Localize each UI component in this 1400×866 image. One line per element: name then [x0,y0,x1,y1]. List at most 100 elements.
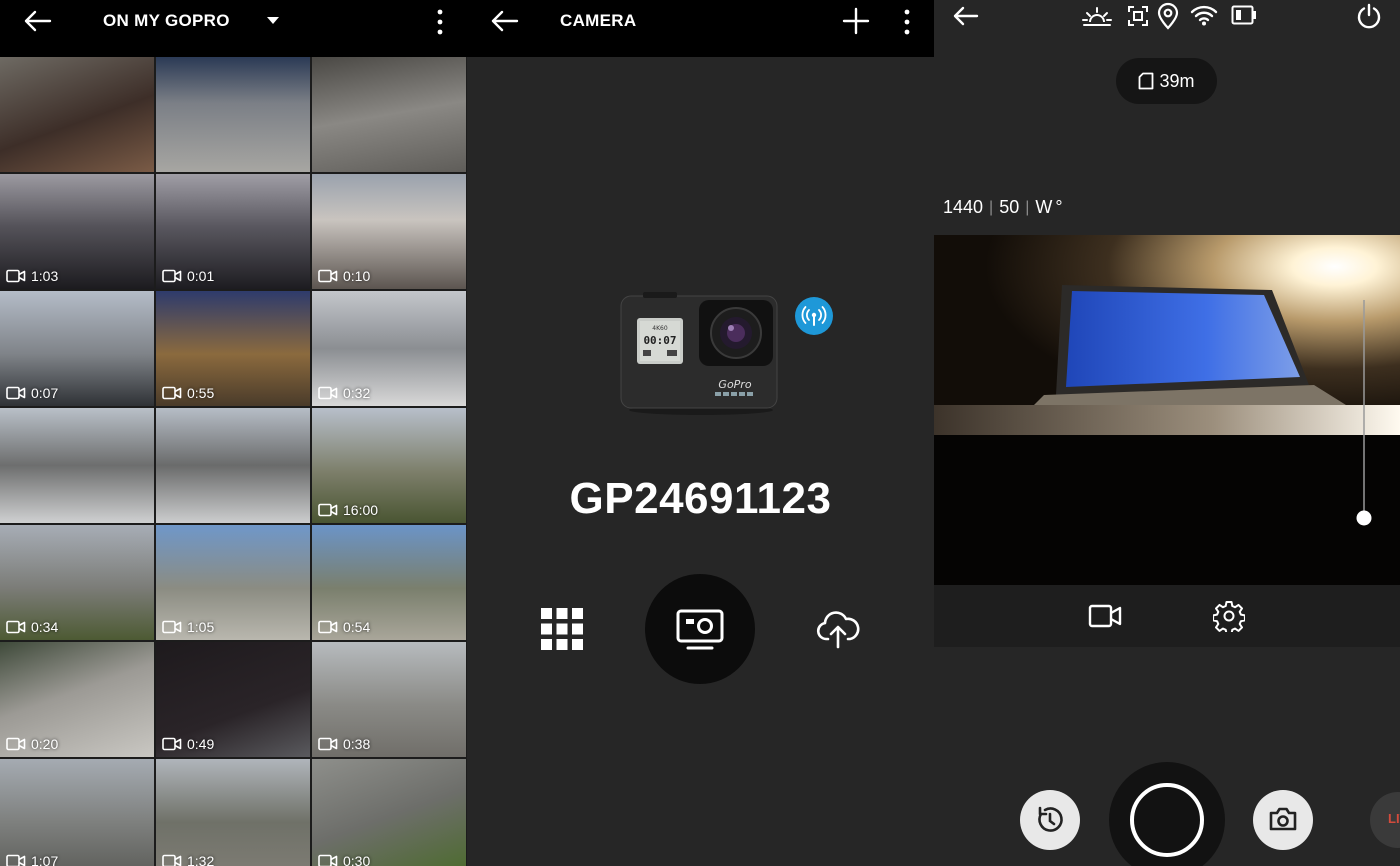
media-thumbnail[interactable]: 1:05 [156,525,310,640]
media-thumbnail[interactable]: 1:32 [156,759,310,866]
viewfinder-panel: 39m 1440 | 50 | W ° LI [934,0,1400,866]
fov-value: W [1035,197,1053,217]
separator: | [989,198,994,216]
media-thumbnail[interactable]: 1:03 [0,174,154,289]
media-thumbnail[interactable] [0,57,154,172]
gallery-title[interactable]: ON MY GOPRO [103,11,230,31]
media-thumbnail[interactable]: 0:20 [0,642,154,757]
video-duration-text: 0:07 [31,385,59,401]
video-camera-icon [162,854,182,866]
video-duration: 0:32 [318,385,370,401]
media-thumbnail[interactable]: 16:00 [312,408,466,523]
video-camera-icon [162,269,182,283]
media-thumbnail[interactable]: 0:32 [312,291,466,406]
caret-down-icon[interactable] [266,16,280,25]
storage-remaining-pill: 39m [1116,58,1217,104]
video-camera-icon [318,737,338,751]
video-duration: 0:55 [162,385,214,401]
separator: | [1025,198,1030,216]
video-duration-text: 0:38 [343,736,371,752]
video-duration: 0:54 [318,619,370,635]
media-gallery-panel: ON MY GOPRO 1:03 0:01 0:10 0:07 0:55 0:32 16:0… [0,0,467,866]
wifi-icon[interactable] [1190,4,1218,26]
video-duration: 0:38 [318,736,370,752]
mode-bar [934,585,1400,647]
video-duration-text: 1:03 [31,268,59,284]
gear-icon[interactable] [1213,600,1245,632]
media-thumbnail[interactable] [312,57,466,172]
power-icon[interactable] [1356,3,1382,29]
more-vertical-icon[interactable] [903,8,911,36]
capture-settings[interactable]: 1440 | 50 | W ° [943,197,1063,218]
media-thumbnail[interactable]: 0:07 [0,291,154,406]
media-thumbnail[interactable] [156,57,310,172]
gopro-camera-image: 4K60 00:07 GoPro [619,292,783,416]
arrow-left-icon[interactable] [22,9,52,33]
more-vertical-icon[interactable] [436,8,444,36]
media-thumbnail[interactable]: 0:30 [312,759,466,866]
media-thumbnail[interactable]: 0:49 [156,642,310,757]
media-thumbnail[interactable]: 0:54 [312,525,466,640]
video-duration-text: 1:07 [31,853,59,866]
video-camera-icon [318,386,338,400]
media-thumbnail[interactable]: 0:55 [156,291,310,406]
svg-text:00:07: 00:07 [643,334,676,347]
video-duration-text: 0:34 [31,619,59,635]
media-thumbnail[interactable]: 0:10 [312,174,466,289]
svg-text:4K60: 4K60 [652,325,668,332]
fps-value: 50 [999,197,1020,217]
status-bar [934,0,1400,40]
video-duration: 1:03 [6,268,58,284]
camera-name: GP24691123 [569,474,832,523]
video-duration-text: 0:30 [343,853,371,866]
video-camera-icon [318,854,338,866]
live-stream-button[interactable]: LIV [1370,792,1400,848]
sd-card-icon [1138,72,1154,90]
resolution-value: 1440 [943,197,984,217]
shutter-button[interactable] [1109,762,1225,866]
location-pin-icon[interactable] [1157,2,1179,30]
video-duration: 1:32 [162,853,214,866]
media-thumbnail[interactable]: 1:07 [0,759,154,866]
camera-title: CAMERA [560,11,637,30]
camera-top-bar: CAMERA [467,0,934,57]
camera-preview-button[interactable] [645,574,755,684]
arrow-left-icon[interactable] [951,5,979,27]
cloud-upload-icon[interactable] [816,609,860,649]
wireless-icon [795,297,833,335]
video-duration: 1:05 [162,619,214,635]
photo-button[interactable] [1253,790,1313,850]
video-camera-icon [318,269,338,283]
video-duration: 0:30 [318,853,370,866]
media-thumbnail[interactable]: 0:38 [312,642,466,757]
video-duration-text: 0:54 [343,619,371,635]
video-duration-text: 1:32 [187,853,215,866]
video-camera-icon [6,737,26,751]
media-thumbnail[interactable]: 0:34 [0,525,154,640]
video-camera-icon [318,503,338,517]
video-camera-icon [6,854,26,866]
video-duration-text: 0:49 [187,736,215,752]
live-preview[interactable] [934,235,1400,585]
timer-icon [1035,805,1065,835]
shutter-ring [1130,783,1204,857]
video-camera-icon[interactable] [1088,603,1122,629]
focus-frame-icon[interactable] [1127,5,1149,27]
media-thumbnail[interactable] [0,408,154,523]
media-thumbnail[interactable]: 0:01 [156,174,310,289]
timer-button[interactable] [1020,790,1080,850]
live-preview-image [934,235,1400,585]
media-thumbnail[interactable] [156,408,310,523]
camera-preview-icon [676,609,724,651]
media-grid: 1:03 0:01 0:10 0:07 0:55 0:32 16:00 0:34 1:05 0:5… [0,57,467,866]
video-duration-text: 0:10 [343,268,371,284]
video-duration-text: 16:00 [343,502,379,518]
video-duration: 0:49 [162,736,214,752]
plus-icon[interactable] [842,7,870,35]
grid-icon[interactable] [541,608,583,650]
video-duration: 0:34 [6,619,58,635]
video-duration: 0:20 [6,736,58,752]
arrow-left-icon[interactable] [489,9,519,33]
video-duration-text: 0:55 [187,385,215,401]
sunrise-icon[interactable] [1082,5,1112,27]
